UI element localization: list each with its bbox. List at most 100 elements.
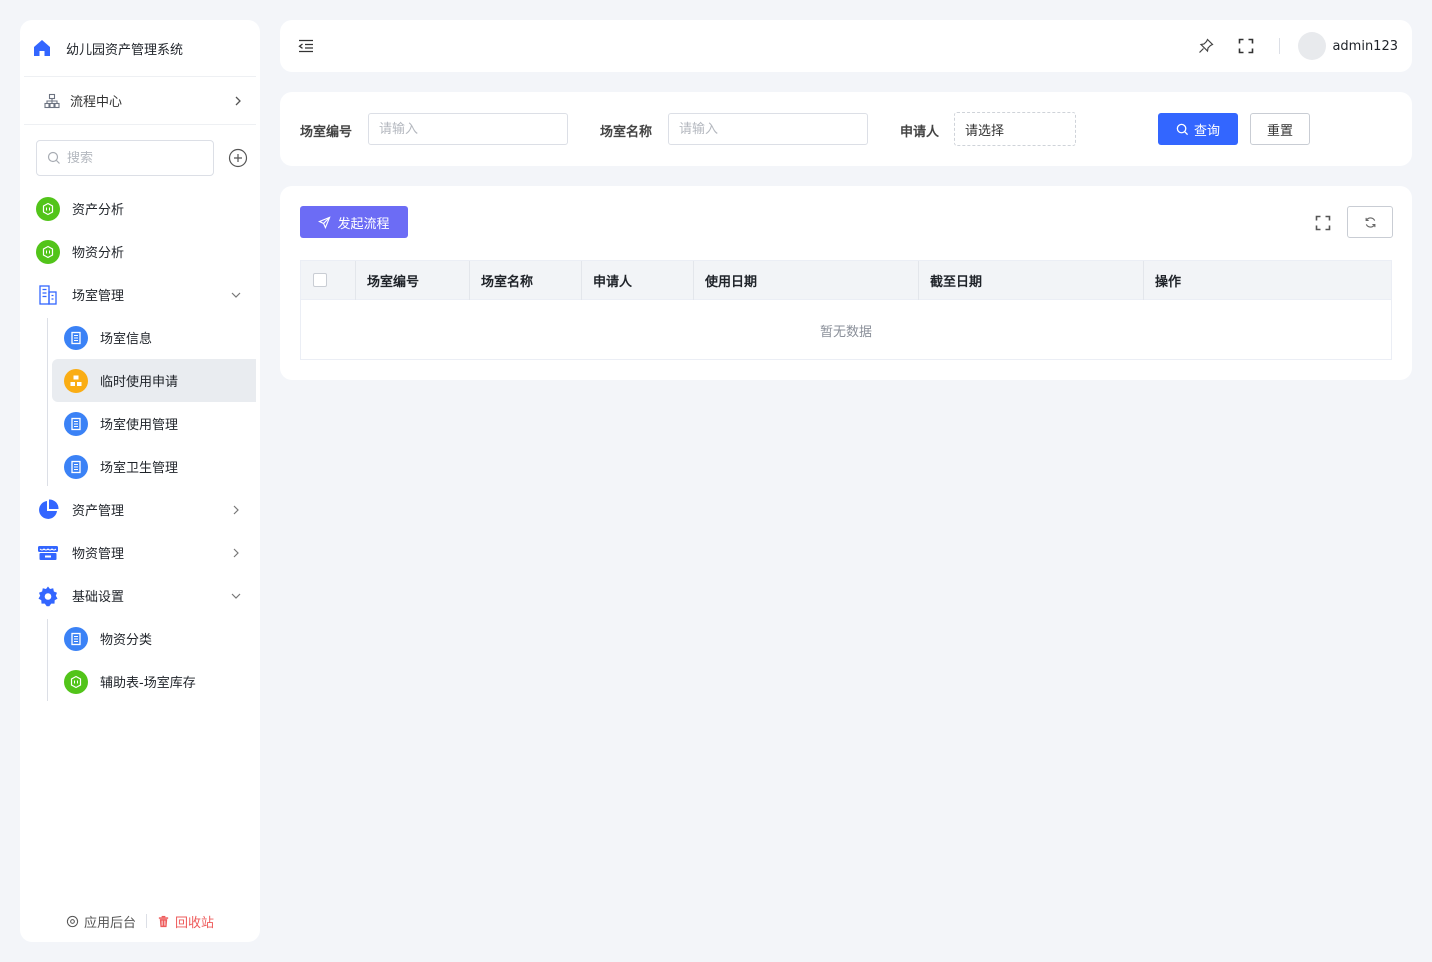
applicant-select-value: 请选择 — [965, 123, 1005, 139]
trash-icon — [158, 915, 169, 927]
chevron-down-icon — [231, 593, 241, 599]
column-header[interactable]: 场室名称 — [469, 260, 581, 300]
applicant-select[interactable]: 请选择 — [954, 112, 1076, 146]
flow-center-link[interactable]: 流程中心 — [24, 77, 256, 125]
footer-divider — [146, 914, 147, 928]
sidebar-item-label: 场室管理 — [72, 289, 125, 304]
sidebar-item-label: 场室卫生管理 — [100, 461, 179, 476]
sidebar-item-label: 辅助表-场室库存 — [100, 676, 196, 691]
blue-doc-icon — [64, 626, 88, 651]
column-header[interactable]: 使用日期 — [693, 260, 918, 300]
orange-org-icon — [64, 368, 88, 393]
app-title: 幼儿园资产管理系统 — [66, 42, 184, 58]
sidebar-item-temp-use-apply[interactable]: 临时使用申请 — [52, 359, 256, 402]
blue-doc-icon — [64, 325, 88, 350]
sidebar-item-label: 物资分析 — [72, 246, 125, 261]
search-icon — [47, 151, 60, 164]
table-header: 场室编号 场室名称 申请人 使用日期 截至日期 操作 — [301, 260, 1391, 300]
select-all-cell — [301, 261, 355, 300]
sidebar-item-room-inventory[interactable]: 辅助表-场室库存 — [20, 660, 260, 703]
start-flow-button[interactable]: 发起流程 — [300, 206, 408, 238]
room-name-label: 场室名称 — [600, 125, 653, 140]
query-button[interactable]: 查询 — [1158, 113, 1238, 145]
sidebar-item-asset-management[interactable]: 资产管理 — [20, 488, 260, 531]
chevron-right-icon — [235, 96, 241, 105]
fullscreen-icon[interactable] — [1237, 37, 1255, 55]
select-all-checkbox[interactable] — [313, 273, 327, 287]
empty-state: 暂无数据 — [819, 324, 872, 340]
green-hex-icon — [36, 239, 60, 264]
sidebar-search-input[interactable] — [67, 150, 197, 166]
applicant-label: 申请人 — [900, 125, 940, 140]
recycle-bin-link[interactable]: 回收站 — [157, 912, 214, 931]
sidebar-item-room-management[interactable]: 场室管理 — [20, 273, 260, 316]
filter-panel: 场室编号 场室名称 申请人 请选择 查询 重置 — [280, 92, 1412, 166]
sidebar-menu: 资产分析 物资分析 场室管理 场室信息 临时使用申请 场室使用管理 场室卫生管理… — [20, 187, 260, 703]
sidebar-item-label: 场室信息 — [100, 332, 153, 347]
gear-icon — [38, 586, 58, 606]
app-admin-label: 应用后台 — [83, 915, 136, 931]
room-submenu: 场室信息 临时使用申请 场室使用管理 场室卫生管理 — [20, 316, 260, 488]
sidebar-item-label: 物资管理 — [72, 547, 125, 562]
username[interactable]: admin123 — [1332, 39, 1398, 54]
settings-icon — [66, 915, 79, 927]
sidebar-item-material-category[interactable]: 物资分类 — [20, 617, 260, 660]
sidebar-footer: 应用后台 回收站 — [20, 906, 260, 936]
app-admin-link[interactable]: 应用后台 — [66, 912, 136, 931]
pie-icon — [39, 498, 59, 519]
chevron-right-icon — [233, 548, 239, 557]
sidebar-search-row — [20, 125, 260, 181]
room-code-input[interactable] — [368, 113, 568, 145]
reset-button-label: 重置 — [1266, 123, 1293, 139]
recycle-bin-label: 回收站 — [175, 915, 215, 931]
sidebar-item-label: 场室使用管理 — [100, 418, 179, 433]
sidebar-item-room-use-management[interactable]: 场室使用管理 — [20, 402, 260, 445]
blue-doc-icon — [64, 411, 88, 436]
home-icon — [34, 40, 50, 56]
sidebar-item-asset-analysis[interactable]: 资产分析 — [20, 187, 260, 230]
brand[interactable]: 幼儿园资产管理系统 — [24, 20, 256, 77]
column-header[interactable]: 场室编号 — [355, 260, 469, 300]
sidebar-item-label: 基础设置 — [72, 590, 125, 605]
sidebar-item-material-analysis[interactable]: 物资分析 — [20, 230, 260, 273]
sidebar-item-label: 物资分类 — [100, 633, 153, 648]
table-panel: 发起流程 场室编号 场室名称 申请人 使用日期 截至日期 操作 暂无数据 — [280, 186, 1412, 380]
column-header[interactable]: 截至日期 — [918, 260, 1143, 300]
refresh-icon — [1365, 216, 1375, 228]
room-name-input[interactable] — [668, 113, 868, 145]
sidebar: 幼儿园资产管理系统 流程中心 资产分析 物资分析 — [20, 20, 260, 942]
menu-collapse-icon[interactable] — [296, 36, 316, 56]
green-hex-icon — [64, 669, 88, 694]
building-icon — [39, 284, 57, 305]
flow-center-label: 流程中心 — [70, 95, 123, 110]
column-header[interactable]: 申请人 — [581, 260, 693, 300]
avatar[interactable] — [1298, 32, 1327, 60]
data-table: 场室编号 场室名称 申请人 使用日期 截至日期 操作 暂无数据 — [300, 260, 1392, 360]
header-divider — [1279, 38, 1281, 54]
sidebar-item-room-info[interactable]: 场室信息 — [20, 316, 260, 359]
refresh-button[interactable] — [1347, 206, 1393, 238]
room-code-label: 场室编号 — [300, 125, 353, 140]
pin-icon[interactable] — [1197, 37, 1215, 55]
settings-submenu: 物资分类 辅助表-场室库存 — [20, 617, 260, 703]
sidebar-item-material-management[interactable]: 物资管理 — [20, 531, 260, 574]
chevron-down-icon — [231, 292, 241, 298]
blue-doc-icon — [64, 454, 88, 479]
sidebar-item-room-hygiene[interactable]: 场室卫生管理 — [20, 445, 260, 488]
sidebar-item-label: 资产分析 — [72, 203, 125, 218]
sidebar-search[interactable] — [36, 140, 214, 176]
send-icon — [318, 215, 332, 229]
start-flow-label: 发起流程 — [337, 216, 390, 232]
table-fullscreen-icon[interactable] — [1314, 214, 1332, 232]
sidebar-item-label: 临时使用申请 — [100, 375, 179, 390]
sidebar-item-label: 资产管理 — [72, 504, 125, 519]
top-header: admin123 — [280, 20, 1412, 72]
chevron-right-icon — [233, 505, 239, 514]
org-chart-icon — [44, 93, 60, 108]
reset-button[interactable]: 重置 — [1250, 113, 1310, 145]
green-hex-icon — [36, 196, 60, 221]
add-circle-icon[interactable] — [228, 148, 248, 168]
query-button-label: 查询 — [1193, 123, 1220, 139]
sidebar-item-basic-settings[interactable]: 基础设置 — [20, 574, 260, 617]
store-icon — [38, 545, 58, 560]
